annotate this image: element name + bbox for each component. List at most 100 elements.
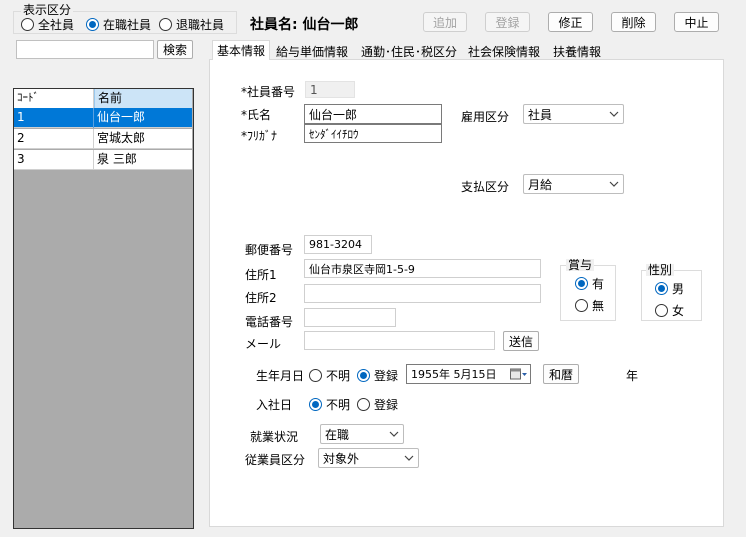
grid-header-row: ｺｰﾄﾞ 名前 [14,89,192,108]
table-cell-code: 3 [14,150,94,170]
address1-label: 住所1 [245,268,277,282]
hire-date-unknown-radio[interactable]: 不明 [309,396,350,413]
radio-indicator [655,304,668,317]
filter-active-label: 在職社員 [103,18,152,32]
radio-indicator [357,369,370,382]
furigana-field[interactable]: ｾﾝﾀﾞｲｲﾁﾛｳ [304,124,442,143]
chevron-down-icon [404,455,414,461]
work-status-value: 在職 [325,427,350,442]
grid-header-code[interactable]: ｺｰﾄﾞ [14,89,94,108]
radio-indicator [357,398,370,411]
bonus-yes-label: 有 [592,277,605,291]
filter-retired-label: 退職社員 [176,18,225,32]
delete-button[interactable]: 削除 [611,12,656,32]
tab-salary-rate[interactable]: 給与単価情報 [272,42,352,60]
gender-title: 性別 [646,263,675,277]
register-button[interactable]: 登録 [485,12,530,32]
radio-indicator [309,369,322,382]
employment-type-label: 雇用区分 [461,110,510,124]
employee-no-field: 1 [305,81,355,98]
name-field[interactable]: 仙台一郎 [304,104,442,124]
work-status-label: 就業状況 [250,430,299,444]
gender-male-radio[interactable]: 男 [655,280,684,297]
work-status-select[interactable]: 在職 [320,424,404,444]
wareki-button[interactable]: 和暦 [543,364,579,384]
address1-field[interactable]: 仙台市泉区寺岡1-5-9 [304,259,541,278]
birthdate-register-radio[interactable]: 登録 [357,367,398,384]
gender-male-label: 男 [672,282,685,296]
chevron-down-icon [609,111,619,117]
birthdate-picker[interactable]: 1955年 5月15日 [406,364,531,384]
postal-field[interactable]: 981-3204 [304,235,372,254]
radio-indicator [575,277,588,290]
birthdate-label: 生年月日 [256,369,305,383]
birthdate-unknown-label: 不明 [326,369,351,383]
chevron-down-icon [389,431,399,437]
table-row[interactable]: 1 仙台一郎 [14,108,192,128]
employee-class-label: 従業員区分 [245,453,306,467]
furigana-label: *ﾌﾘｶﾞﾅ [241,129,278,143]
hire-date-register-radio[interactable]: 登録 [357,396,398,413]
employee-name-header: 社員名: 仙台一郎 [250,17,359,33]
radio-indicator [21,18,34,31]
filter-retired-radio[interactable]: 退職社員 [159,16,224,33]
employment-type-select[interactable]: 社員 [523,104,624,124]
chevron-down-icon [609,181,619,187]
email-field[interactable] [304,331,495,350]
bonus-no-label: 無 [592,299,605,313]
bonus-title: 賞与 [566,258,595,272]
bonus-no-radio[interactable]: 無 [575,297,604,314]
phone-label: 電話番号 [245,315,294,329]
employee-class-value: 対象外 [323,451,360,466]
gender-female-radio[interactable]: 女 [655,302,684,319]
address2-field[interactable] [304,284,541,303]
table-cell-name: 宮城太郎 [97,131,146,145]
grid-header-name[interactable]: 名前 [94,89,192,108]
birthdate-value: 1955年 5月15日 [411,368,497,381]
search-button[interactable]: 検索 [157,40,193,59]
filter-all-label: 全社員 [38,18,75,32]
tab-basic-info[interactable]: 基本情報 [212,40,271,60]
table-cell-code: 2 [14,129,94,149]
employee-class-select[interactable]: 対象外 [318,448,419,468]
table-row[interactable]: 2 宮城太郎 [14,129,192,149]
age-unit-label: 年 [626,369,639,383]
filter-active-radio[interactable]: 在職社員 [86,16,151,33]
payment-type-value: 月給 [528,177,553,192]
phone-field[interactable] [304,308,396,327]
birthdate-unknown-radio[interactable]: 不明 [309,367,350,384]
radio-indicator [159,18,172,31]
calendar-icon[interactable] [508,365,530,383]
radio-indicator [86,18,99,31]
add-button[interactable]: 追加 [423,12,467,32]
radio-indicator [575,299,588,312]
name-label: *氏名 [241,108,272,122]
payment-type-select[interactable]: 月給 [523,174,624,194]
email-label: メール [245,337,282,351]
table-row[interactable]: 3 泉 三郎 [14,150,192,170]
table-cell-name: 泉 三郎 [97,152,137,166]
search-input[interactable] [16,40,154,59]
tab-social-insurance[interactable]: 社会保険情報 [464,42,544,60]
bonus-yes-radio[interactable]: 有 [575,275,604,292]
payment-type-label: 支払区分 [461,180,510,194]
tab-dependents[interactable]: 扶養情報 [549,42,605,60]
edit-button[interactable]: 修正 [548,12,593,32]
address2-label: 住所2 [245,291,277,305]
gender-female-label: 女 [672,304,685,318]
radio-indicator [655,282,668,295]
display-filter-title: 表示区分 [21,3,74,17]
tab-commute-tax[interactable]: 通勤･住民･税区分 [357,42,461,60]
send-button[interactable]: 送信 [503,331,539,351]
filter-all-radio[interactable]: 全社員 [21,16,74,33]
employment-type-value: 社員 [528,107,553,122]
employee-no-label: *社員番号 [241,85,296,99]
radio-indicator [309,398,322,411]
hire-date-unknown-label: 不明 [326,398,351,412]
hire-date-register-label: 登録 [374,398,399,412]
employee-grid: ｺｰﾄﾞ 名前 1 仙台一郎 2 宮城太郎 3 泉 三郎 [13,88,194,529]
postal-label: 郵便番号 [245,243,294,257]
hire-date-label: 入社日 [256,398,293,412]
table-cell-code: 1 [14,108,94,128]
cancel-button[interactable]: 中止 [674,12,719,32]
